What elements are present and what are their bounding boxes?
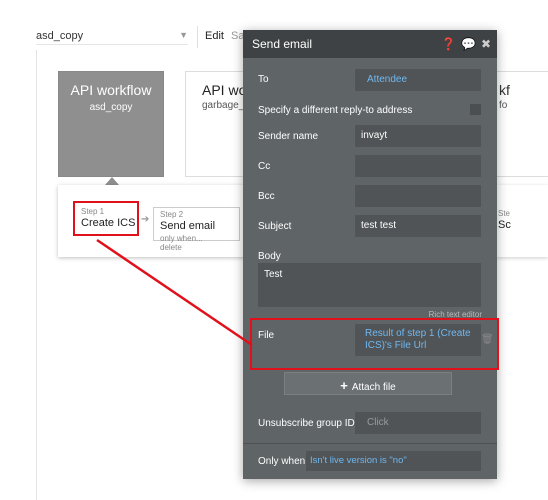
annotation-arrow [96,238,253,347]
